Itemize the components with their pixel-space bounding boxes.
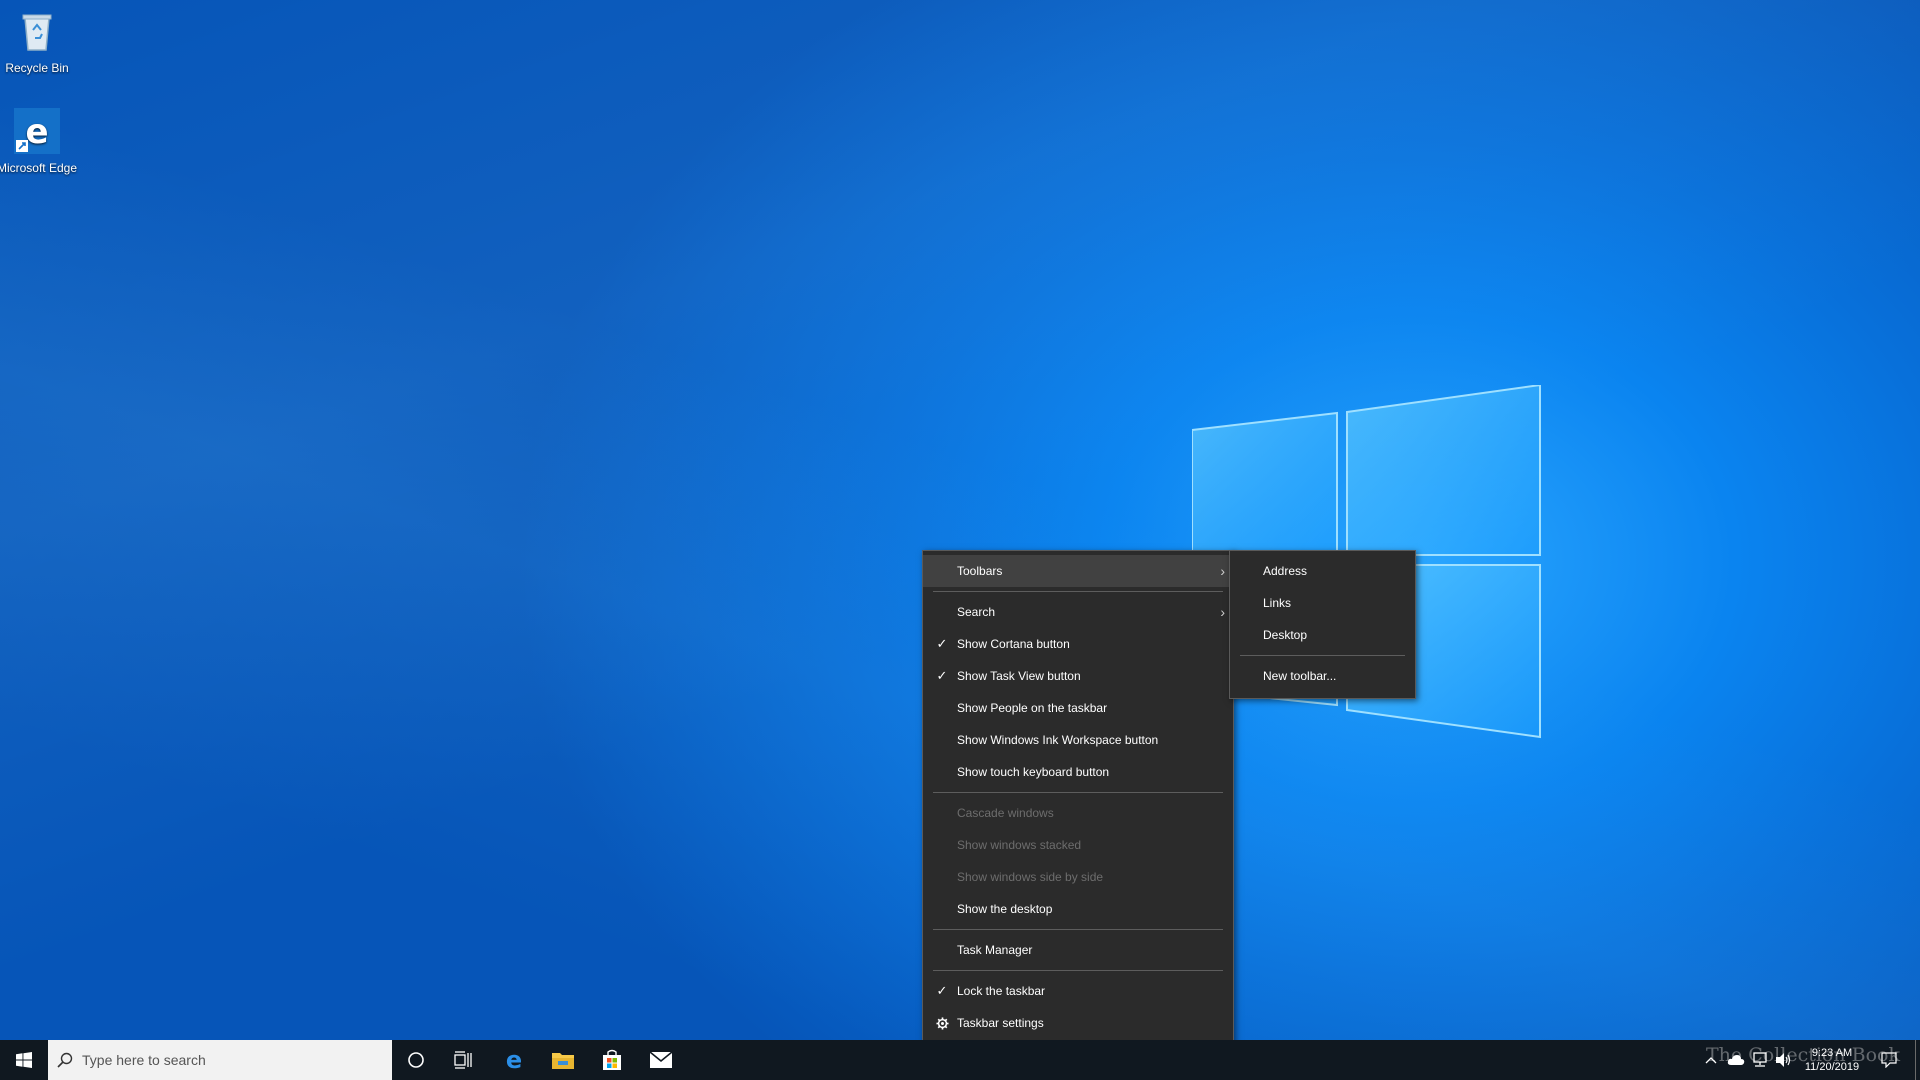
menu-separator [933,792,1223,793]
menu-item-label: Show the desktop [957,902,1053,916]
taskbar-file-explorer-button[interactable] [539,1040,587,1080]
taskbar-mail-button[interactable] [637,1040,685,1080]
taskbar-edge-button[interactable]: e [490,1040,538,1080]
submenu-item-address[interactable]: Address [1230,555,1415,587]
watermark-text: The Collection Book [1706,1044,1900,1066]
menu-item-toolbars[interactable]: Toolbars › [923,555,1233,587]
menu-item-show-people[interactable]: Show People on the taskbar [923,692,1233,724]
store-icon [603,1049,621,1070]
menu-item-label: Show windows side by side [957,870,1104,884]
svg-text:e: e [25,112,48,152]
desktop-icon-label: Microsoft Edge [0,161,78,175]
menu-item-lock-the-taskbar[interactable]: ✓ Lock the taskbar [923,975,1233,1007]
cortana-button[interactable] [392,1040,440,1080]
edge-icon: e [14,108,60,154]
desktop-icon-label: Recycle Bin [5,61,69,75]
menu-separator [933,591,1223,592]
taskbar-store-button[interactable] [588,1040,636,1080]
recycle-bin-icon [22,14,52,51]
submenu-item-new-toolbar[interactable]: New toolbar... [1230,660,1415,692]
menu-item-search[interactable]: Search › [923,596,1233,628]
gear-icon [934,1007,950,1039]
cortana-icon [408,1052,424,1068]
menu-item-task-manager[interactable]: Task Manager [923,934,1233,966]
menu-item-cascade-windows: Cascade windows [923,797,1233,829]
taskbar: Type here to search e 9:23 AM 11/20/2019 [0,1040,1920,1080]
start-button[interactable] [0,1040,48,1080]
taskbar-context-menu: Toolbars › Search › ✓ Show Cortana butto… [922,550,1234,1046]
search-icon [48,1052,82,1068]
menu-item-label: Taskbar settings [957,1016,1044,1030]
menu-item-show-the-desktop[interactable]: Show the desktop [923,893,1233,925]
menu-item-label: Show People on the taskbar [957,701,1108,715]
checkmark-icon: ✓ [936,983,948,998]
search-placeholder: Type here to search [82,1052,206,1068]
menu-item-label: Show Windows Ink Workspace button [957,733,1159,747]
menu-item-label: Search [957,605,996,619]
menu-item-label: Cascade windows [957,806,1054,820]
checkmark-icon: ✓ [936,668,948,683]
menu-item-label: Show Task View button [957,669,1081,683]
menu-item-taskbar-settings[interactable]: Taskbar settings [923,1007,1233,1039]
toolbars-submenu: Address Links Desktop New toolbar... [1229,550,1416,699]
submenu-arrow-icon: › [1220,604,1225,620]
menu-separator [933,929,1223,930]
desktop-icon-recycle-bin[interactable]: Recycle Bin [0,8,79,75]
svg-text:e: e [506,1048,522,1072]
menu-item-label: Desktop [1263,628,1308,642]
edge-icon: e [506,1048,522,1072]
menu-item-label: Show touch keyboard button [957,765,1110,779]
windows-start-icon [16,1052,32,1068]
menu-item-show-ink-workspace[interactable]: Show Windows Ink Workspace button [923,724,1233,756]
menu-item-label: Address [1263,564,1308,578]
menu-item-label: Show Cortana button [957,637,1070,651]
menu-item-label: Links [1263,596,1292,610]
menu-item-label: Toolbars [957,564,1003,578]
mail-icon [649,1051,673,1068]
desktop-icon-edge[interactable]: e Microsoft Edge [0,108,79,175]
menu-item-label: Task Manager [957,943,1033,957]
menu-item-label: New toolbar... [1263,669,1337,683]
checkmark-icon: ✓ [936,636,948,651]
menu-separator [1240,655,1405,656]
submenu-arrow-icon: › [1220,563,1225,579]
menu-item-show-windows-side-by-side: Show windows side by side [923,861,1233,893]
submenu-item-desktop[interactable]: Desktop [1230,619,1415,651]
menu-item-show-task-view-button[interactable]: ✓ Show Task View button [923,660,1233,692]
submenu-item-links[interactable]: Links [1230,587,1415,619]
show-desktop-button[interactable] [1915,1040,1920,1080]
file-explorer-icon [552,1053,574,1069]
menu-item-label: Show windows stacked [957,838,1082,852]
menu-separator [933,970,1223,971]
taskbar-search-box[interactable]: Type here to search [48,1040,392,1080]
menu-item-show-cortana-button[interactable]: ✓ Show Cortana button [923,628,1233,660]
task-view-icon [454,1051,472,1069]
menu-item-show-touch-keyboard[interactable]: Show touch keyboard button [923,756,1233,788]
task-view-button[interactable] [440,1040,488,1080]
menu-item-show-windows-stacked: Show windows stacked [923,829,1233,861]
menu-item-label: Lock the taskbar [957,984,1046,998]
